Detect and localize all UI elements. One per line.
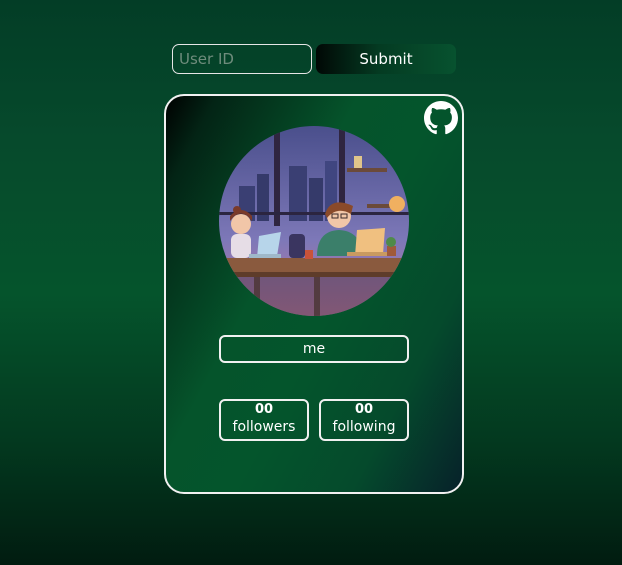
search-bar: Submit [172,44,456,74]
user-id-input[interactable] [172,44,312,74]
following-count: 00 [354,402,374,417]
following-label: following [332,419,396,435]
followers-count: 00 [254,402,274,417]
profile-card: me 00 followers 00 following [164,94,464,494]
followers-stat[interactable]: 00 followers [219,399,309,441]
followers-label: followers [232,419,296,435]
avatar [219,126,409,316]
submit-button[interactable]: Submit [316,44,456,74]
following-stat[interactable]: 00 following [319,399,409,441]
username-display: me [219,335,409,363]
github-icon[interactable] [424,101,458,135]
